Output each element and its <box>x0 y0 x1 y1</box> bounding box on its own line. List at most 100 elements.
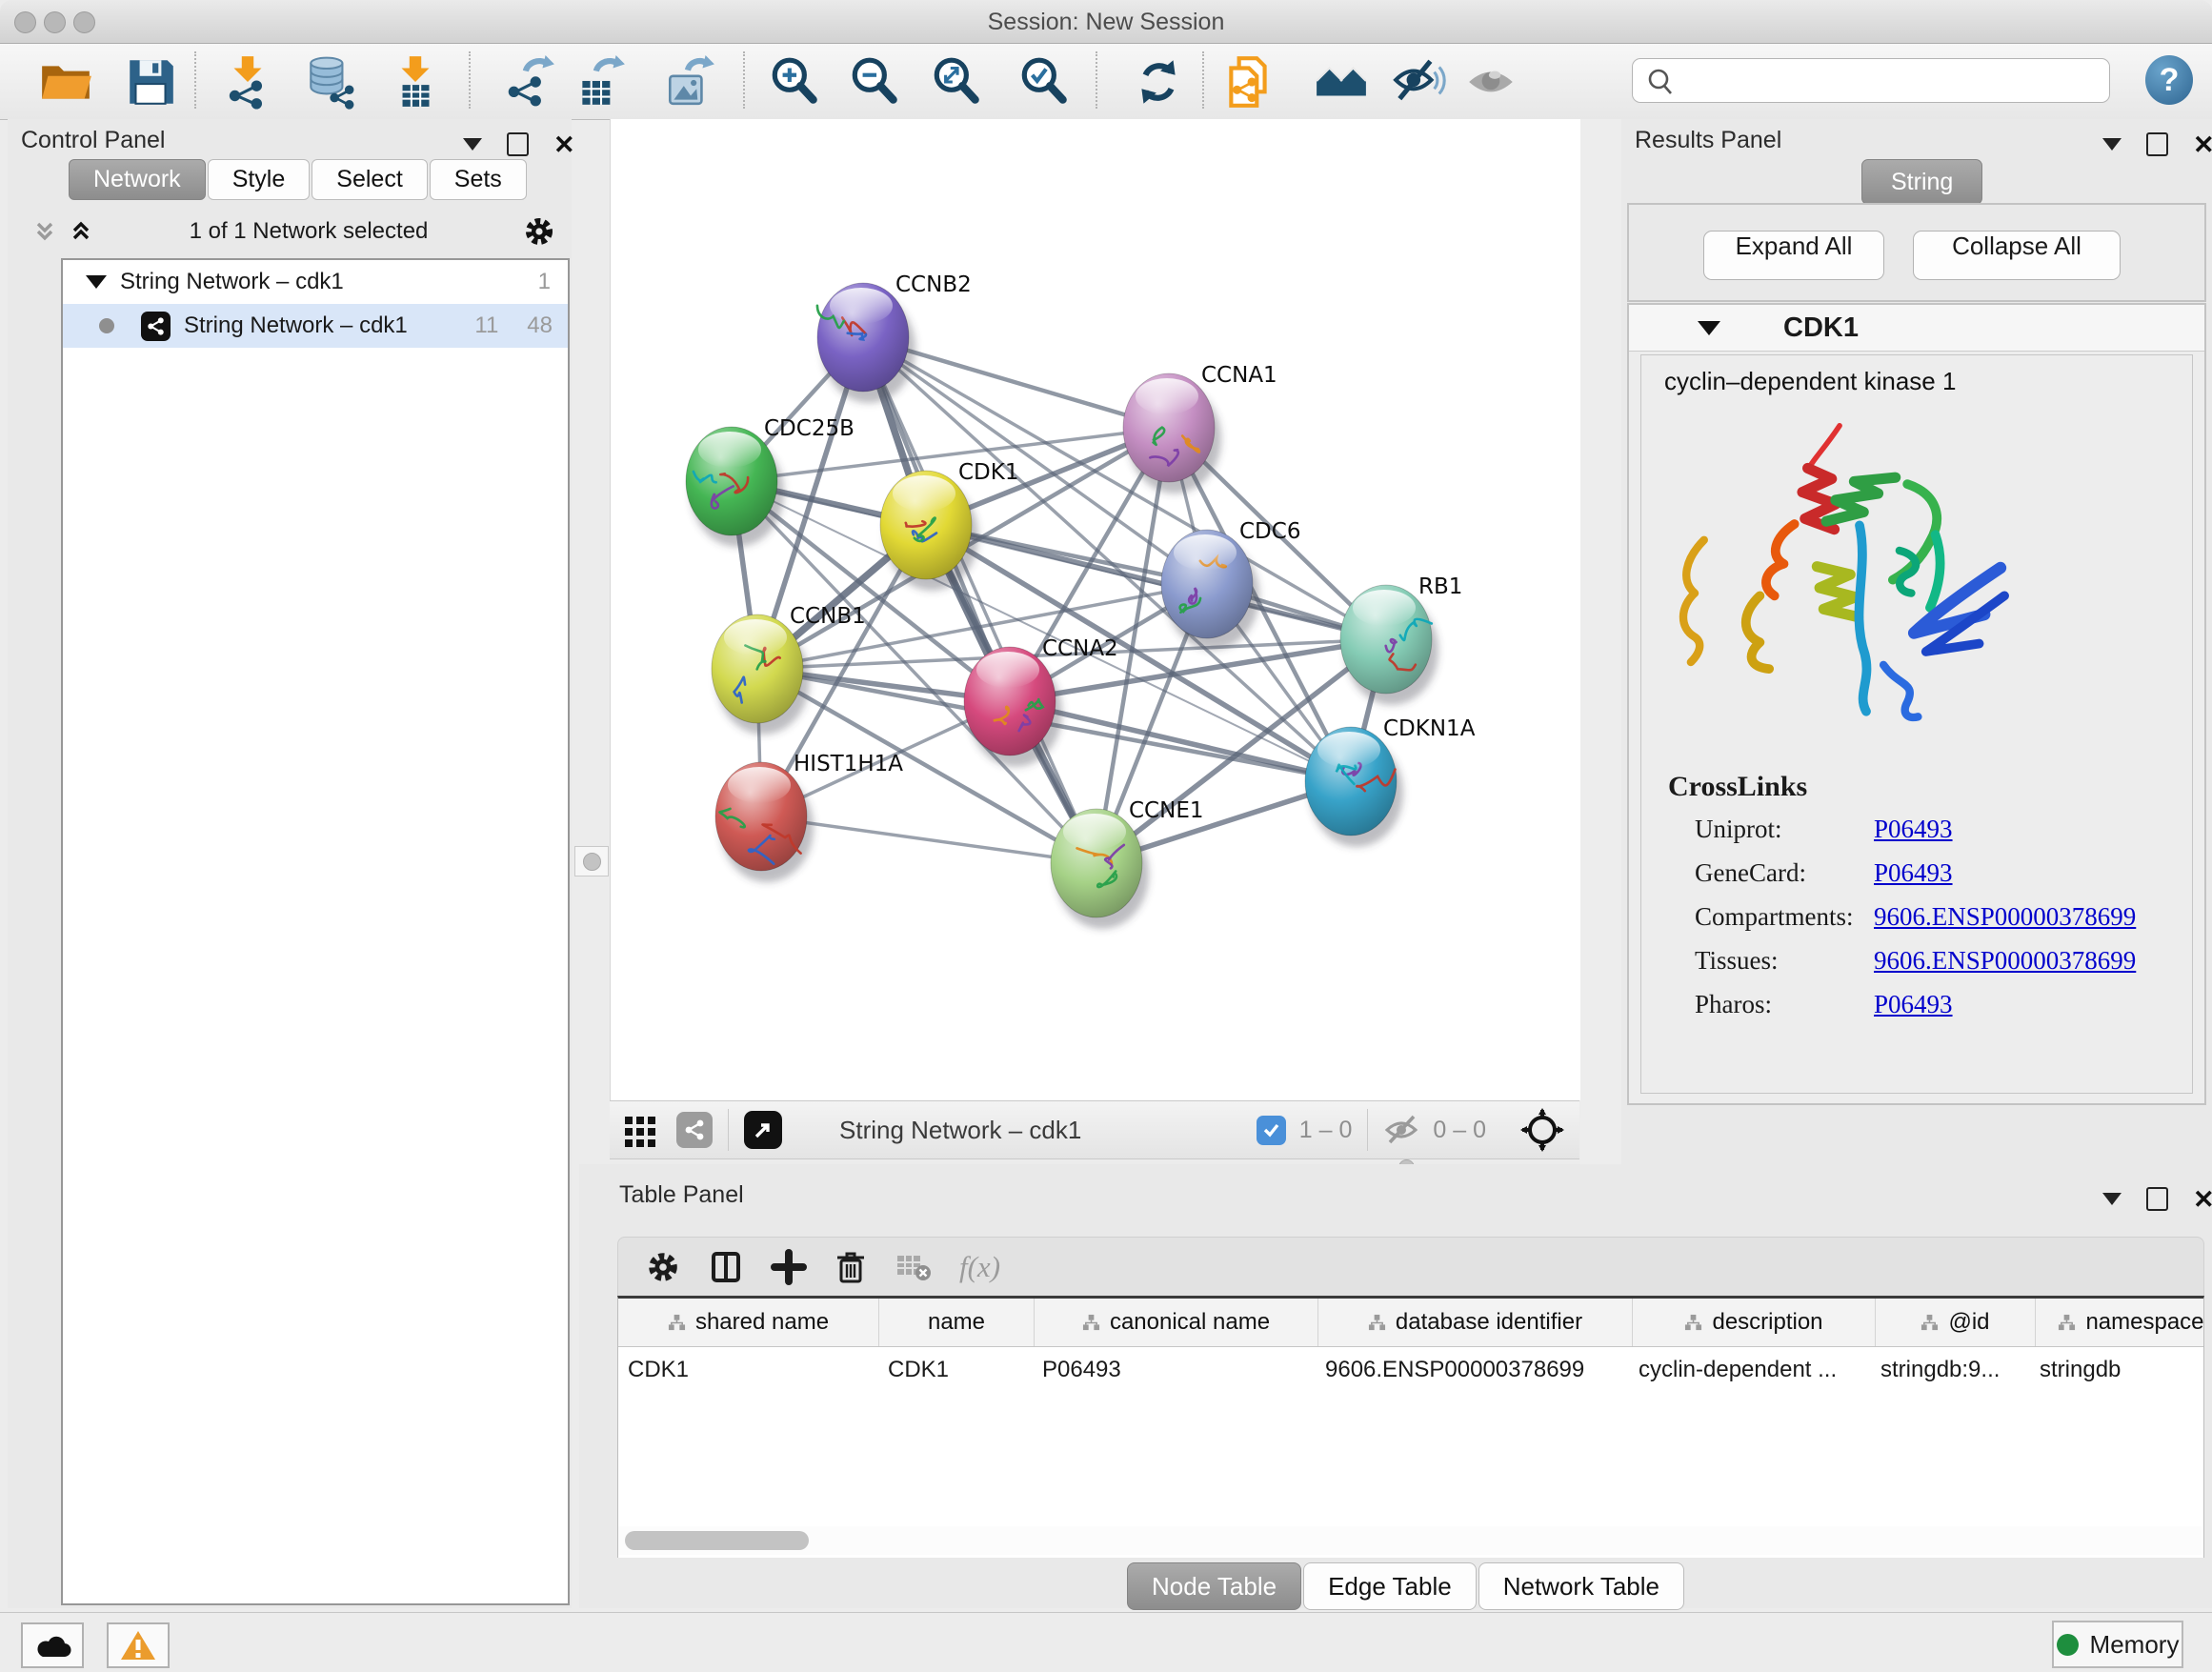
panel-maximize-icon[interactable] <box>507 132 529 156</box>
column-header-@id[interactable]: @id <box>1876 1299 2036 1346</box>
detach-view-icon[interactable] <box>744 1111 782 1149</box>
import-table-from-file-icon[interactable] <box>386 52 445 111</box>
table-cell[interactable]: CDK1 <box>618 1347 878 1393</box>
tree-expand-icon[interactable] <box>86 275 107 289</box>
network-node-CDC6[interactable]: CDC6 <box>1161 519 1300 650</box>
table-settings-gear-icon[interactable] <box>645 1249 681 1285</box>
network-node-CDC25B[interactable]: CDC25B <box>686 416 855 547</box>
column-header-shared-name[interactable]: shared name <box>618 1299 879 1346</box>
table-row[interactable]: CDK1CDK1P064939606.ENSP00000378699cyclin… <box>618 1347 2203 1393</box>
panel-float-icon[interactable] <box>463 138 482 151</box>
hidden-eye-icon[interactable] <box>1383 1113 1423 1147</box>
tab-sets[interactable]: Sets <box>430 159 527 200</box>
panel-close-icon[interactable]: ✕ <box>553 135 575 154</box>
import-network-from-database-icon[interactable] <box>301 52 360 111</box>
network-canvas[interactable]: CCNB2CCNA1CDC25BCDK1CDC6RB1CCNB1CCNA2CDK… <box>610 119 1581 1100</box>
refresh-layout-icon[interactable] <box>1129 52 1188 111</box>
memory-button[interactable]: Memory <box>2052 1621 2183 1668</box>
network-node-CCNB2[interactable]: CCNB2 <box>817 272 972 403</box>
warning-icon <box>119 1629 157 1662</box>
table-header-row: shared namenamecanonical namedatabase id… <box>618 1299 2203 1347</box>
table-horizontal-scrollbar[interactable] <box>618 1526 2202 1555</box>
left-splitter-handle[interactable] <box>574 846 609 876</box>
show-columns-icon[interactable] <box>708 1249 744 1285</box>
network-node-RB1[interactable]: RB1 <box>1340 574 1462 705</box>
tab-edge-table[interactable]: Edge Table <box>1303 1562 1477 1610</box>
column-header-label: @id <box>1948 1309 1989 1336</box>
tab-string[interactable]: String <box>1861 159 1982 205</box>
clone-network-icon[interactable] <box>1219 52 1278 111</box>
memory-label: Memory <box>2090 1630 2180 1660</box>
help-icon[interactable]: ? <box>2145 55 2193 105</box>
column-header-namespace[interactable]: namespace <box>2036 1299 2204 1346</box>
warnings-button[interactable] <box>107 1622 170 1668</box>
column-header-name[interactable]: name <box>879 1299 1035 1346</box>
export-image-icon[interactable] <box>660 52 719 111</box>
node-label: HIST1H1A <box>794 752 903 776</box>
crosslink-value-link[interactable]: P06493 <box>1874 858 1953 902</box>
crosslink-value-link[interactable]: 9606.ENSP00000378699 <box>1874 946 2136 990</box>
column-header-description[interactable]: description <box>1633 1299 1876 1346</box>
collapse-all-button[interactable]: Collapse All <box>1913 231 2121 280</box>
network-view-share-icon[interactable] <box>676 1112 713 1148</box>
crosslink-value-link[interactable]: P06493 <box>1874 990 1953 1034</box>
hide-selected-icon[interactable] <box>1389 52 1448 111</box>
table-cell[interactable]: CDK1 <box>878 1347 1033 1393</box>
tab-node-table[interactable]: Node Table <box>1127 1562 1301 1610</box>
network-collection-row[interactable]: String Network – cdk1 1 <box>63 260 568 304</box>
panel-close-icon[interactable]: ✕ <box>2193 135 2212 154</box>
collapse-section-icon[interactable] <box>1698 321 1720 335</box>
show-all-icon[interactable] <box>1462 52 1521 111</box>
zoom-fit-icon[interactable] <box>927 52 986 111</box>
collapse-all-icon[interactable] <box>30 216 59 247</box>
tab-style[interactable]: Style <box>208 159 311 200</box>
crosslink-value-link[interactable]: 9606.ENSP00000378699 <box>1874 902 2136 946</box>
crosslink-value-link[interactable]: P06493 <box>1874 815 1953 858</box>
table-cell[interactable]: P06493 <box>1033 1347 1316 1393</box>
tab-network[interactable]: Network <box>69 159 206 200</box>
selected-checkbox-icon[interactable] <box>1257 1116 1286 1145</box>
zoom-out-icon[interactable] <box>845 52 904 111</box>
birds-eye-view-icon[interactable] <box>1520 1108 1564 1152</box>
panel-close-icon[interactable]: ✕ <box>2193 1190 2212 1209</box>
panel-maximize-icon[interactable] <box>2146 1187 2168 1211</box>
network-node-CCNA1[interactable]: CCNA1 <box>1123 363 1277 494</box>
hidden-counts: 0 – 0 <box>1433 1117 1486 1144</box>
add-column-icon[interactable] <box>771 1249 807 1285</box>
gear-icon[interactable] <box>522 214 556 249</box>
tab-network-table[interactable]: Network Table <box>1478 1562 1684 1610</box>
grid-view-icon[interactable] <box>623 1113 657 1147</box>
network-node-CDKN1A[interactable]: CDKN1A <box>1305 716 1476 847</box>
cloud-button[interactable] <box>21 1622 84 1668</box>
column-header-database-identifier[interactable]: database identifier <box>1318 1299 1633 1346</box>
import-network-from-file-icon[interactable] <box>218 52 277 111</box>
zoom-in-icon[interactable] <box>765 52 824 111</box>
table-body: CDK1CDK1P064939606.ENSP00000378699cyclin… <box>618 1347 2203 1393</box>
search-input[interactable] <box>1682 63 2096 97</box>
delete-column-icon[interactable] <box>834 1249 868 1285</box>
table-cell[interactable]: stringdb <box>2030 1347 2204 1393</box>
network-row[interactable]: String Network – cdk1 11 48 <box>63 304 568 348</box>
expand-all-button[interactable]: Expand All <box>1703 231 1884 280</box>
network-node-CCNE1[interactable]: CCNE1 <box>1051 798 1204 929</box>
scrollbar-thumb[interactable] <box>625 1531 809 1550</box>
column-header-canonical-name[interactable]: canonical name <box>1035 1299 1318 1346</box>
protein-section-header[interactable]: CDK1 <box>1629 305 2204 352</box>
table-cell[interactable]: stringdb:9... <box>1871 1347 2030 1393</box>
expand-all-icon[interactable] <box>67 216 95 247</box>
export-network-icon[interactable] <box>500 52 559 111</box>
zoom-selected-icon[interactable] <box>1015 52 1074 111</box>
table-cell[interactable]: cyclin-dependent ... <box>1629 1347 1871 1393</box>
tab-select[interactable]: Select <box>312 159 427 200</box>
open-session-icon[interactable] <box>36 52 95 111</box>
network-edge-CCNB2-CCNE1[interactable] <box>863 337 1096 863</box>
network-node-HIST1H1A[interactable]: HIST1H1A <box>715 752 903 882</box>
table-cell[interactable]: 9606.ENSP00000378699 <box>1316 1347 1629 1393</box>
export-table-icon[interactable] <box>571 52 630 111</box>
panel-float-icon[interactable] <box>2102 1193 2122 1205</box>
save-session-icon[interactable] <box>121 52 180 111</box>
panel-float-icon[interactable] <box>2102 138 2122 151</box>
panel-maximize-icon[interactable] <box>2146 132 2168 156</box>
first-neighbors-icon[interactable] <box>1312 52 1371 111</box>
column-type-icon <box>1082 1314 1100 1332</box>
